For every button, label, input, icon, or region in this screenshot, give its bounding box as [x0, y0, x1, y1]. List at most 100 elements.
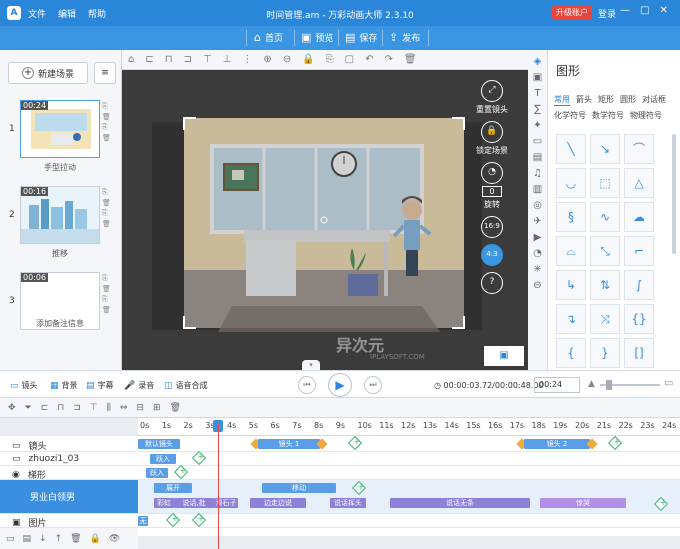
bracket-pair-icon[interactable]: {} — [624, 304, 654, 334]
enter-clip[interactable]: 跃入 — [146, 468, 168, 478]
action-clip[interactable]: 说话无条 — [390, 498, 530, 508]
add-animation-icon[interactable] — [173, 464, 189, 480]
new-scene-button[interactable]: + 新建场景 — [8, 62, 88, 84]
copy-icon[interactable]: ⎘ — [326, 54, 334, 65]
chart-icon[interactable]: ▥ — [533, 184, 542, 195]
left-bracket-icon[interactable]: { — [556, 338, 586, 368]
ratio-16-9-button[interactable]: 16:9 — [481, 216, 503, 238]
home-button[interactable]: ⌂ 首页 — [254, 31, 283, 44]
camera-track-button[interactable]: ▭ 镜头 — [10, 380, 38, 391]
scene-item[interactable]: 3 00:06 添加备注信息 ⎘ 🗑 ⎘ 🗑 — [4, 272, 118, 354]
minimize-icon[interactable]: — — [620, 5, 630, 16]
delete-icon[interactable]: 🗑 — [404, 54, 417, 65]
collapse-icon[interactable]: ▾ — [302, 360, 320, 370]
move-down-icon[interactable]: ↓ — [39, 534, 47, 544]
delete-icon[interactable]: 🗑 — [102, 285, 111, 293]
align-left-icon[interactable]: ⊏ — [145, 54, 153, 65]
filter-icon[interactable]: ⏷ — [25, 403, 32, 413]
align-middle-icon[interactable]: ⊥ — [223, 54, 232, 65]
track-image[interactable]: ▣ 图片 无 — [0, 512, 680, 529]
compass-icon[interactable]: ◎ — [533, 200, 542, 211]
delete-icon[interactable]: 🗑 — [170, 403, 181, 413]
close-icon[interactable]: ✕ — [659, 5, 667, 16]
spring-shape-icon[interactable]: § — [556, 202, 586, 232]
undo-icon[interactable]: ↶ — [365, 54, 373, 65]
help-button[interactable]: ? — [481, 272, 503, 294]
s-curve-icon[interactable]: ∫ — [624, 270, 654, 300]
align-center-icon[interactable]: ⊓ — [165, 54, 173, 65]
scene-item[interactable]: 2 00:16 推移 ⎘ 🗑 ⎘ 🗑 — [4, 186, 118, 268]
delete-icon[interactable]: 🗑 — [102, 220, 111, 228]
zoom-slider-handle[interactable] — [606, 380, 612, 390]
folder-icon[interactable]: ▤ — [23, 534, 32, 544]
tab-circle[interactable]: 圆形 — [620, 94, 636, 106]
action-clip[interactable]: 说话,批 — [174, 498, 214, 508]
elbow-double-arrow-icon[interactable]: ⇅ — [590, 270, 620, 300]
scene-list-icon[interactable]: ≡ — [94, 62, 116, 84]
maximize-icon[interactable]: □ — [640, 5, 649, 16]
track-object[interactable]: ▭ zhuozi1_03 跃入 — [0, 450, 680, 466]
plane-icon[interactable]: ✈ — [533, 216, 541, 227]
align-right-icon[interactable]: ⊐ — [73, 403, 81, 413]
shape-panel-scrollbar[interactable] — [672, 134, 676, 254]
camera-clip[interactable]: 镜头 1 — [258, 439, 320, 449]
lock-icon[interactable]: 🔒 — [90, 534, 101, 544]
double-arrow-icon[interactable]: ⤡ — [590, 236, 620, 266]
scene-item[interactable]: 1 00:24 手型拉动 ⎘ 🗑 ⎘ 🗑 — [4, 100, 118, 182]
animation-clip[interactable]: 移动 — [262, 483, 336, 493]
tab-common[interactable]: 常用 — [554, 94, 570, 106]
formula-icon[interactable]: ∑ — [534, 104, 541, 115]
blob-shape-icon[interactable]: ⌓ — [556, 236, 586, 266]
distribute-icon[interactable]: ⋮ — [242, 54, 252, 65]
lock-scene-button[interactable]: 🔒 锁定场景 — [476, 121, 508, 156]
frame-icon[interactable]: ▭ — [533, 136, 542, 147]
paste-icon[interactable]: ▢ — [345, 54, 354, 65]
zoom-out-icon[interactable]: ▲ — [588, 379, 595, 389]
publish-button[interactable]: ⇪ 发布 — [389, 31, 420, 44]
trim-icon[interactable]: ⊟ — [136, 403, 144, 413]
track-character[interactable]: 男业白领男 展开 移动 彩虹 说话,批 滑石子 边走边说 说话挥头 说话无条 惊… — [0, 480, 680, 514]
ratio-4-3-button[interactable]: 4:3 — [481, 244, 503, 266]
line-shape-icon[interactable]: ╲ — [556, 134, 586, 164]
delete-icon[interactable]: 🗑 — [102, 134, 111, 142]
previous-frame-icon[interactable]: ⏮ — [298, 376, 316, 394]
action-clip[interactable]: 彩虹 — [154, 498, 174, 508]
background-button[interactable]: ▦ 背景 — [50, 380, 78, 391]
zoom-in-icon[interactable]: ⊕ — [263, 54, 271, 65]
copy-icon[interactable]: ⎘ — [102, 295, 111, 304]
image-clip[interactable]: 无 — [138, 516, 148, 526]
curved-arrow-icon[interactable]: ↴ — [556, 304, 586, 334]
lock-icon[interactable]: 🔒 — [302, 54, 314, 65]
align-top-icon[interactable]: ⊤ — [203, 54, 212, 65]
more-icon[interactable]: ⊖ — [533, 280, 541, 291]
arrow-shape-icon[interactable]: ↘ — [590, 134, 620, 164]
right-bracket-icon[interactable]: } — [590, 338, 620, 368]
tab-physics[interactable]: 物理符号 — [630, 110, 662, 121]
action-clip[interactable]: 说话挥头 — [330, 498, 366, 508]
delete-icon[interactable]: 🗑 — [102, 199, 111, 207]
record-button[interactable]: 🎤 录音 — [124, 380, 154, 391]
save-button[interactable]: ▤ 保存 — [345, 31, 377, 44]
special-icon[interactable]: ✳ — [533, 264, 541, 275]
text-icon[interactable]: T — [534, 88, 540, 99]
music-icon[interactable]: ♫ — [533, 168, 542, 179]
camera-clip[interactable]: 默认镜头 — [138, 439, 180, 449]
align-top-icon[interactable]: ⊤ — [90, 403, 98, 413]
move-icon[interactable]: ✥ — [8, 403, 16, 413]
fullscreen-icon[interactable]: ▭ — [664, 378, 673, 389]
add-layer-icon[interactable]: ▭ — [6, 534, 15, 544]
tab-rect[interactable]: 矩形 — [598, 94, 614, 106]
track-object[interactable]: ◉ 梯形 跃入 — [0, 464, 680, 481]
ripple-icon[interactable]: ⊞ — [153, 403, 161, 413]
redo-icon[interactable]: ↷ — [384, 54, 392, 65]
video-icon[interactable]: ▶ — [534, 232, 542, 243]
shape-icon[interactable]: ◈ — [534, 56, 542, 67]
dashed-triangle-icon[interactable]: △ — [624, 168, 654, 198]
copy-icon[interactable]: ⎘ — [102, 209, 111, 218]
add-animation-icon[interactable] — [165, 512, 181, 528]
copy-icon[interactable]: ⎘ — [102, 188, 111, 197]
stretch-icon[interactable]: ⇔ — [120, 403, 128, 413]
home-icon[interactable]: ⌂ — [128, 54, 134, 65]
copy-icon[interactable]: ⎘ — [102, 123, 111, 132]
step-line-icon[interactable]: ⌐ — [624, 236, 654, 266]
